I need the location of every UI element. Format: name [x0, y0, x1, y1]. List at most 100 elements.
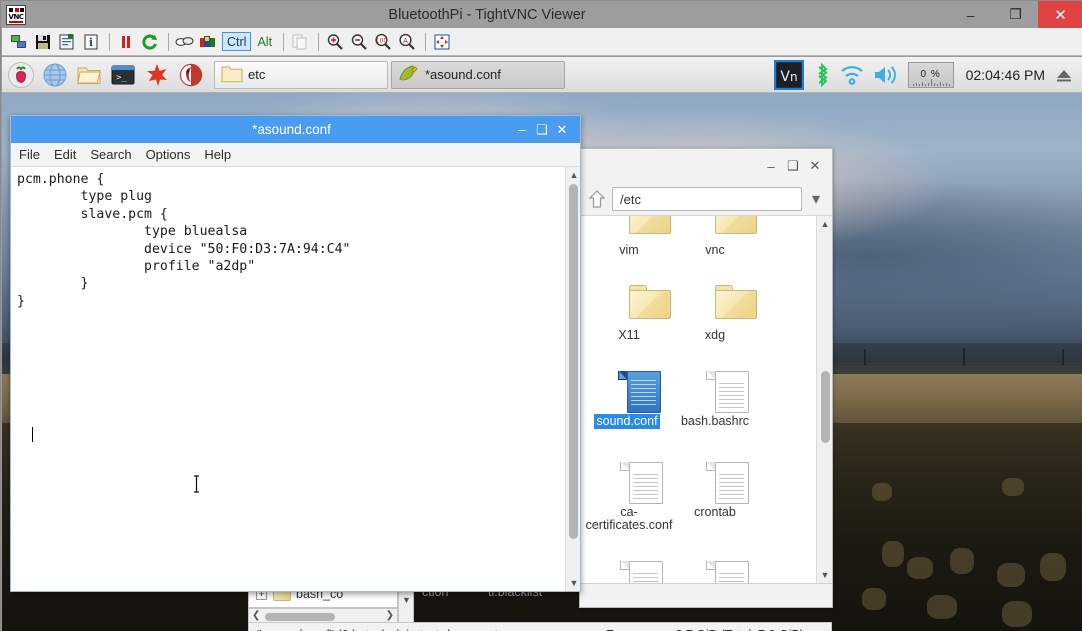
- scroll-down-icon[interactable]: ▼: [402, 595, 411, 605]
- zoom-100-icon[interactable]: 100: [372, 31, 394, 53]
- editor-maximize-button[interactable]: ❑: [532, 116, 552, 143]
- wallpaper-fence-post: [963, 348, 965, 365]
- scroll-down-icon[interactable]: ▼: [566, 575, 580, 591]
- eject-icon[interactable]: [1054, 65, 1074, 85]
- refresh-screen-icon[interactable]: [139, 31, 161, 53]
- file-manager-icon[interactable]: [74, 60, 104, 90]
- editor-text-area[interactable]: pcm.phone { type plug slave.pcm { type b…: [11, 167, 565, 591]
- editor-close-button[interactable]: ✕: [552, 116, 572, 143]
- vscroll-thumb[interactable]: [569, 184, 578, 539]
- item-label: xdg: [704, 328, 726, 342]
- remote-desktop-screen[interactable]: >_ etc *asound.conf Vn 0 % 02:04:46 PM +…: [2, 57, 1082, 631]
- list-item[interactable]: xdg: [672, 285, 758, 343]
- list-item[interactable]: bash.bashrc: [672, 371, 758, 429]
- scroll-left-icon[interactable]: ❮: [252, 610, 260, 621]
- wallpaper-fence-wire: [832, 361, 1082, 362]
- cpu-usage-monitor[interactable]: 0 %: [907, 61, 954, 88]
- vscroll-thumb[interactable]: [821, 371, 830, 443]
- svg-text:100: 100: [376, 37, 388, 44]
- vnc-server-icon[interactable]: Vn: [773, 59, 804, 90]
- text-file-icon: [607, 462, 663, 504]
- svg-text:>_: >_: [116, 73, 127, 83]
- list-item[interactable]: crontab: [672, 462, 758, 520]
- text-file-icon: [693, 561, 749, 583]
- item-label: X11: [618, 328, 640, 342]
- pause-updates-icon[interactable]: [115, 31, 137, 53]
- editor-body[interactable]: pcm.phone { type plug slave.pcm { type b…: [11, 167, 580, 591]
- zoom-out-icon[interactable]: [348, 31, 370, 53]
- scroll-right-icon[interactable]: ❯: [386, 610, 394, 621]
- taskbar-window-buttons: etc *asound.conf: [214, 60, 568, 89]
- new-connection-icon[interactable]: [8, 31, 30, 53]
- list-item[interactable]: [586, 561, 672, 583]
- path-input[interactable]: /etc: [612, 187, 802, 211]
- menu-file[interactable]: File: [19, 147, 40, 162]
- menu-options[interactable]: Options: [146, 147, 191, 162]
- taskbutton-etc[interactable]: etc: [214, 60, 388, 89]
- vnc-icon: VNC: [6, 4, 26, 25]
- bluetooth-icon[interactable]: [813, 62, 831, 87]
- list-item[interactable]: vim: [586, 216, 672, 258]
- statusbar-free-space: Free space: 2.7 GiB (Total: 7.0 GiB): [606, 628, 804, 631]
- fm-close-button[interactable]: ✕: [804, 155, 826, 177]
- vnc-close-button[interactable]: ✕: [1038, 1, 1082, 28]
- volume-icon[interactable]: [873, 64, 899, 86]
- folder-icon: [221, 64, 243, 86]
- text-caret: [32, 427, 33, 442]
- terminal-icon[interactable]: >_: [108, 60, 138, 90]
- file-manager-vscrollbar[interactable]: ▲ ▼: [816, 216, 832, 583]
- folder-icon: [607, 285, 671, 325]
- zoom-in-icon[interactable]: [324, 31, 346, 53]
- connection-info-icon[interactable]: i: [80, 31, 102, 53]
- taskbutton-asound-conf[interactable]: *asound.conf: [391, 60, 565, 89]
- send-ctrl-alt-del-icon[interactable]: [174, 31, 196, 53]
- vnc-titlebar: VNC BluetoothPi - TightVNC Viewer – ❐ ✕: [1, 1, 1082, 28]
- clipboard-transfer-icon[interactable]: [289, 31, 311, 53]
- list-item[interactable]: vnc: [672, 216, 758, 258]
- zoom-auto-icon[interactable]: A: [396, 31, 418, 53]
- menu-edit[interactable]: Edit: [54, 147, 76, 162]
- toolbar-separator: [109, 32, 110, 51]
- vnc-maximize-button[interactable]: ❐: [993, 1, 1038, 28]
- send-keys-icon[interactable]: [198, 31, 220, 53]
- file-manager-icon-view[interactable]: vim vnc X11 xdg sound.conf bash.bashrc c…: [580, 215, 832, 583]
- web-browser-icon[interactable]: [40, 60, 70, 90]
- up-arrow-icon[interactable]: [586, 188, 608, 210]
- editor-vscrollbar[interactable]: ▲ ▼: [565, 167, 580, 591]
- list-item[interactable]: ca-certificates.conf: [586, 462, 672, 533]
- text-file-icon: [605, 371, 661, 413]
- mathematica-icon[interactable]: [142, 60, 172, 90]
- toolbar-separator: [425, 32, 427, 51]
- statusbar-file-info: "asound.conf" (0 bytes) plain text docum…: [257, 628, 498, 631]
- wolfram-icon[interactable]: [176, 60, 206, 90]
- editor-minimize-button[interactable]: –: [512, 116, 532, 143]
- folder-icon: [607, 216, 671, 240]
- vnc-minimize-button[interactable]: –: [948, 1, 993, 28]
- fm-minimize-button[interactable]: –: [760, 155, 782, 177]
- item-label: ca-certificates.conf: [585, 505, 673, 532]
- scroll-up-icon[interactable]: ▲: [566, 167, 580, 183]
- fullscreen-icon[interactable]: [431, 31, 453, 53]
- list-item[interactable]: [672, 561, 758, 583]
- wifi-icon[interactable]: [840, 64, 864, 86]
- scroll-down-icon[interactable]: ▼: [817, 567, 832, 583]
- save-session-icon[interactable]: [32, 31, 54, 53]
- menu-help[interactable]: Help: [204, 147, 231, 162]
- clock[interactable]: 02:04:46 PM: [966, 67, 1045, 83]
- path-value: /etc: [620, 191, 641, 207]
- ctrl-key-button[interactable]: Ctrl: [222, 32, 252, 51]
- wallpaper-road-line: [2, 626, 245, 631]
- list-item[interactable]: X11: [586, 285, 672, 343]
- alt-key-button[interactable]: Alt: [253, 32, 276, 51]
- hscroll-thumb[interactable]: [265, 613, 335, 621]
- raspberry-menu-icon[interactable]: [6, 60, 36, 90]
- fm-maximize-button[interactable]: ❑: [782, 155, 804, 177]
- chevron-down-icon[interactable]: ▾: [806, 188, 826, 210]
- wallpaper-fence-post: [864, 349, 866, 365]
- connection-options-icon[interactable]: [56, 31, 78, 53]
- folder-icon: [693, 216, 757, 240]
- menu-search[interactable]: Search: [90, 147, 131, 162]
- list-item[interactable]: sound.conf: [584, 371, 670, 429]
- scroll-up-icon[interactable]: ▲: [817, 216, 832, 232]
- system-tray: Vn 0 % 02:04:46 PM: [765, 59, 1082, 90]
